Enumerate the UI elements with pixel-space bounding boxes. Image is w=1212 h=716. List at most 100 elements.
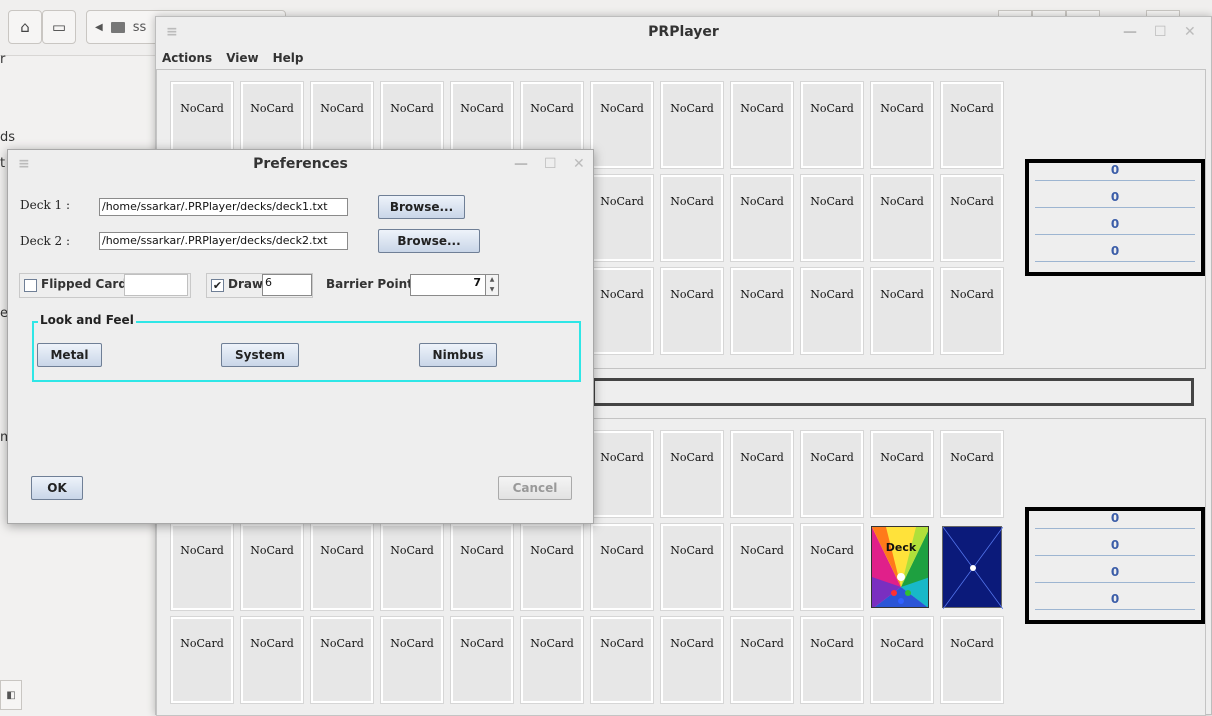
empty-card-slot[interactable]: NoCard bbox=[870, 430, 934, 518]
menu-actions[interactable]: Actions bbox=[162, 51, 212, 65]
look-and-feel-group: Look and Feel Metal System Nimbus bbox=[32, 313, 581, 382]
barrier-points-spinner[interactable]: ▲ ▼ bbox=[485, 274, 499, 296]
empty-card-slot[interactable]: NoCard bbox=[660, 81, 724, 169]
menu-view[interactable]: View bbox=[226, 51, 258, 65]
empty-card-slot[interactable]: NoCard bbox=[590, 523, 654, 611]
preferences-dialog: ≡ Preferences — ☐ ✕ Deck 1 : /home/ssark… bbox=[7, 149, 594, 524]
message-bar bbox=[592, 378, 1194, 406]
sidebar-item[interactable]: r bbox=[0, 52, 5, 67]
empty-card-slot[interactable]: NoCard bbox=[450, 523, 514, 611]
empty-card-slot[interactable]: NoCard bbox=[310, 616, 374, 704]
deck-art-icon bbox=[872, 527, 928, 607]
home-icon[interactable]: ⌂ bbox=[8, 10, 42, 44]
empty-card-slot[interactable]: NoCard bbox=[730, 81, 794, 169]
empty-card-slot[interactable]: NoCard bbox=[310, 523, 374, 611]
draw-checkbox[interactable]: ✔ bbox=[211, 279, 224, 292]
empty-card-slot[interactable]: NoCard bbox=[730, 174, 794, 262]
empty-card-slot[interactable]: NoCard bbox=[870, 267, 934, 355]
menu-help[interactable]: Help bbox=[273, 51, 304, 65]
score-value: 0 bbox=[1035, 565, 1195, 583]
empty-card-slot[interactable]: NoCard bbox=[940, 81, 1004, 169]
score-value: 0 bbox=[1035, 244, 1195, 262]
empty-card-slot[interactable]: NoCard bbox=[800, 267, 864, 355]
deck-label: Deck bbox=[885, 541, 917, 554]
folder-icon bbox=[110, 21, 125, 33]
system-button[interactable]: System bbox=[221, 343, 299, 367]
look-and-feel-legend: Look and Feel bbox=[38, 313, 136, 327]
empty-card-slot[interactable]: NoCard bbox=[940, 267, 1004, 355]
empty-card-slot[interactable]: NoCard bbox=[660, 616, 724, 704]
empty-card-slot[interactable]: NoCard bbox=[660, 267, 724, 355]
empty-card-slot[interactable]: NoCard bbox=[450, 616, 514, 704]
empty-card-slot[interactable]: NoCard bbox=[590, 174, 654, 262]
score-value: 0 bbox=[1035, 538, 1195, 556]
empty-card-slot[interactable]: NoCard bbox=[380, 523, 444, 611]
cancel-button[interactable]: Cancel bbox=[498, 476, 572, 500]
empty-card-slot[interactable]: NoCard bbox=[870, 81, 934, 169]
sidebar-toggle-icon[interactable]: ◧ bbox=[0, 680, 22, 710]
close-icon[interactable]: ✕ bbox=[1184, 17, 1196, 47]
computer-icon[interactable]: ▭ bbox=[42, 10, 76, 44]
empty-card-slot[interactable]: NoCard bbox=[940, 430, 1004, 518]
empty-card-slot[interactable]: NoCard bbox=[800, 616, 864, 704]
empty-card-slot[interactable]: NoCard bbox=[730, 523, 794, 611]
empty-card-slot[interactable]: NoCard bbox=[870, 616, 934, 704]
empty-card-slot[interactable]: NoCard bbox=[590, 81, 654, 169]
empty-card-slot[interactable]: NoCard bbox=[520, 523, 584, 611]
flipped-cards-checkbox[interactable] bbox=[24, 279, 37, 292]
close-icon[interactable]: ✕ bbox=[573, 150, 585, 178]
deck2-path-field[interactable]: /home/ssarkar/.PRPlayer/decks/deck2.txt bbox=[99, 232, 348, 250]
empty-card-slot[interactable]: NoCard bbox=[800, 430, 864, 518]
empty-card-slot[interactable]: NoCard bbox=[240, 523, 304, 611]
empty-card-slot[interactable]: NoCard bbox=[660, 174, 724, 262]
empty-card-slot[interactable]: NoCard bbox=[170, 616, 234, 704]
empty-card-slot[interactable]: NoCard bbox=[520, 616, 584, 704]
maximize-icon[interactable]: ☐ bbox=[544, 150, 557, 178]
empty-card-slot[interactable]: NoCard bbox=[940, 174, 1004, 262]
deck1-path-field[interactable]: /home/ssarkar/.PRPlayer/decks/deck1.txt bbox=[99, 198, 348, 216]
window-menu-icon[interactable]: ≡ bbox=[18, 150, 30, 178]
empty-card-slot[interactable]: NoCard bbox=[800, 523, 864, 611]
card-back[interactable] bbox=[942, 526, 1004, 610]
ok-button[interactable]: OK bbox=[31, 476, 83, 500]
empty-card-slot[interactable]: NoCard bbox=[940, 616, 1004, 704]
barrier-points-field[interactable]: 7 bbox=[410, 274, 486, 296]
score-value: 0 bbox=[1035, 190, 1195, 208]
dialog-title: Preferences bbox=[253, 156, 348, 172]
empty-card-slot[interactable]: NoCard bbox=[870, 174, 934, 262]
empty-card-slot[interactable]: NoCard bbox=[590, 267, 654, 355]
empty-card-slot[interactable]: NoCard bbox=[730, 430, 794, 518]
empty-card-slot[interactable]: NoCard bbox=[800, 81, 864, 169]
minimize-icon[interactable]: — bbox=[514, 150, 528, 178]
empty-card-slot[interactable]: NoCard bbox=[170, 523, 234, 611]
empty-card-slot[interactable]: NoCard bbox=[660, 523, 724, 611]
empty-card-slot[interactable]: NoCard bbox=[730, 267, 794, 355]
empty-card-slot[interactable]: NoCard bbox=[590, 430, 654, 518]
empty-card-slot[interactable]: NoCard bbox=[730, 616, 794, 704]
menu-bar: Actions View Help bbox=[156, 47, 1211, 69]
score-value: 0 bbox=[1035, 511, 1195, 529]
window-title: PRPlayer bbox=[648, 24, 719, 40]
path-segment[interactable]: ss bbox=[133, 20, 147, 35]
draw-field[interactable]: 6 bbox=[262, 274, 312, 296]
empty-card-slot[interactable]: NoCard bbox=[380, 616, 444, 704]
empty-card-slot[interactable]: NoCard bbox=[660, 430, 724, 518]
sidebar-item[interactable]: ds bbox=[0, 130, 15, 145]
empty-card-slot[interactable]: NoCard bbox=[800, 174, 864, 262]
nimbus-button[interactable]: Nimbus bbox=[419, 343, 497, 367]
minimize-icon[interactable]: — bbox=[1123, 17, 1137, 47]
window-menu-icon[interactable]: ≡ bbox=[166, 17, 178, 47]
empty-card-slot[interactable]: NoCard bbox=[240, 616, 304, 704]
maximize-icon[interactable]: ☐ bbox=[1154, 17, 1167, 47]
empty-card-slot[interactable]: NoCard bbox=[590, 616, 654, 704]
sidebar-item[interactable]: t bbox=[0, 156, 5, 171]
back-arrow-icon[interactable]: ◀ bbox=[95, 22, 103, 33]
deck-card[interactable]: Deck bbox=[871, 526, 929, 608]
score-value: 0 bbox=[1035, 163, 1195, 181]
flipped-cards-field[interactable] bbox=[124, 274, 188, 296]
deck2-browse-button[interactable]: Browse... bbox=[378, 229, 480, 253]
metal-button[interactable]: Metal bbox=[37, 343, 102, 367]
deck1-browse-button[interactable]: Browse... bbox=[378, 195, 465, 219]
top-score-box: 0 0 0 0 bbox=[1025, 159, 1205, 276]
score-value: 0 bbox=[1035, 592, 1195, 610]
